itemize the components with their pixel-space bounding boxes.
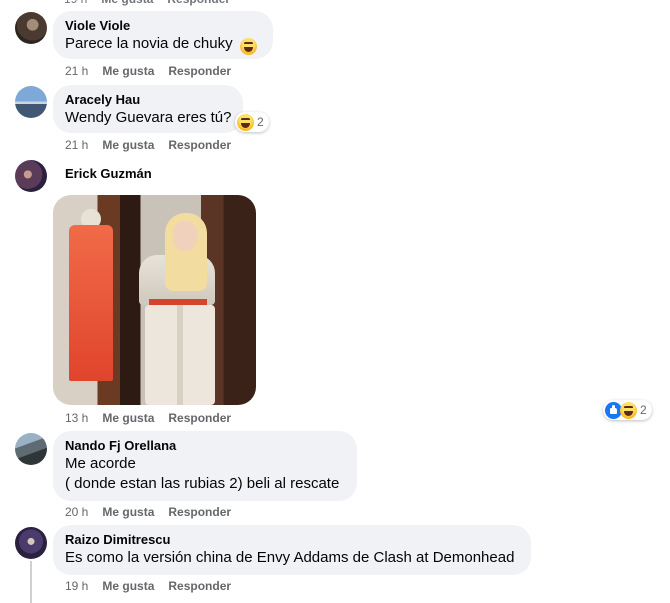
comment-text: Wendy Guevara eres tú?: [65, 109, 232, 126]
comment-text: Parece la novia de chuky: [65, 35, 233, 52]
comment-author[interactable]: Nando Fj Orellana: [65, 438, 345, 454]
comment-time[interactable]: 21 h: [65, 138, 88, 152]
comment-text-line: Me acorde: [65, 455, 136, 472]
haha-reaction-icon: [620, 401, 637, 419]
reply-thread-line: [30, 561, 32, 603]
reply-button[interactable]: Responder: [168, 411, 231, 425]
reaction-summary[interactable]: 2: [235, 112, 269, 132]
comment-meta: 21 h Me gusta Responder: [65, 64, 245, 78]
comment-bubble: Aracely Hau Wendy Guevara eres tú?: [53, 85, 243, 133]
comment-time[interactable]: 21 h: [65, 64, 88, 78]
comment-text-line: ( donde estan las rubias 2) beli al resc…: [65, 475, 340, 492]
comment-photo-attachment[interactable]: [53, 195, 256, 405]
comment-time[interactable]: 13 h: [65, 411, 88, 425]
reaction-count: 2: [257, 115, 264, 129]
reply-button[interactable]: Responder: [168, 138, 231, 152]
person-face: [173, 221, 197, 251]
reply-button[interactable]: Responder: [168, 64, 231, 78]
comment-meta: 19 h Me gusta Responder: [65, 579, 245, 593]
like-button[interactable]: Me gusta: [102, 505, 154, 519]
like-button[interactable]: Me gusta: [102, 64, 154, 78]
comment-author[interactable]: Viole Viole: [65, 18, 261, 34]
comment-author[interactable]: Aracely Hau: [65, 92, 231, 108]
comment-meta: 20 h Me gusta Responder: [65, 505, 245, 519]
comment-time[interactable]: 19 h: [65, 579, 88, 593]
like-button[interactable]: Me gusta: [102, 579, 154, 593]
avatar[interactable]: [15, 160, 47, 192]
like-button[interactable]: Me gusta: [102, 411, 154, 425]
comment-bubble: Nando Fj Orellana Me acorde ( donde esta…: [53, 431, 357, 501]
comment-author[interactable]: Raizo Dimitrescu: [65, 532, 519, 548]
like-button[interactable]: Me gusta: [102, 138, 154, 152]
comment-meta: 21 h Me gusta Responder: [65, 138, 245, 152]
person-pants: [145, 305, 215, 405]
reaction-count: 2: [640, 403, 647, 417]
avatar[interactable]: [15, 86, 47, 118]
comment-text: Es como la versión china de Envy Addams …: [65, 549, 515, 566]
comment-bubble: Raizo Dimitrescu Es como la versión chin…: [53, 525, 531, 575]
comment-bubble: Viole Viole Parece la novia de chuky: [53, 11, 273, 59]
reaction-summary[interactable]: 2: [603, 400, 652, 420]
avatar[interactable]: [15, 12, 47, 44]
comment-meta: 13 h Me gusta Responder: [65, 411, 245, 425]
comment-author[interactable]: Erick Guzmán: [65, 166, 152, 182]
avatar[interactable]: [15, 433, 47, 465]
comment-time[interactable]: 20 h: [65, 505, 88, 519]
haha-reaction-icon[interactable]: [240, 38, 257, 55]
reply-button[interactable]: Responder: [168, 505, 231, 519]
cropped-meta-row: 19 hMe gustaResponder: [64, 0, 244, 6]
person-belt: [149, 299, 207, 305]
red-dress: [69, 225, 113, 381]
avatar[interactable]: [15, 527, 47, 559]
haha-reaction-icon: [237, 113, 254, 131]
reply-button[interactable]: Responder: [168, 579, 231, 593]
